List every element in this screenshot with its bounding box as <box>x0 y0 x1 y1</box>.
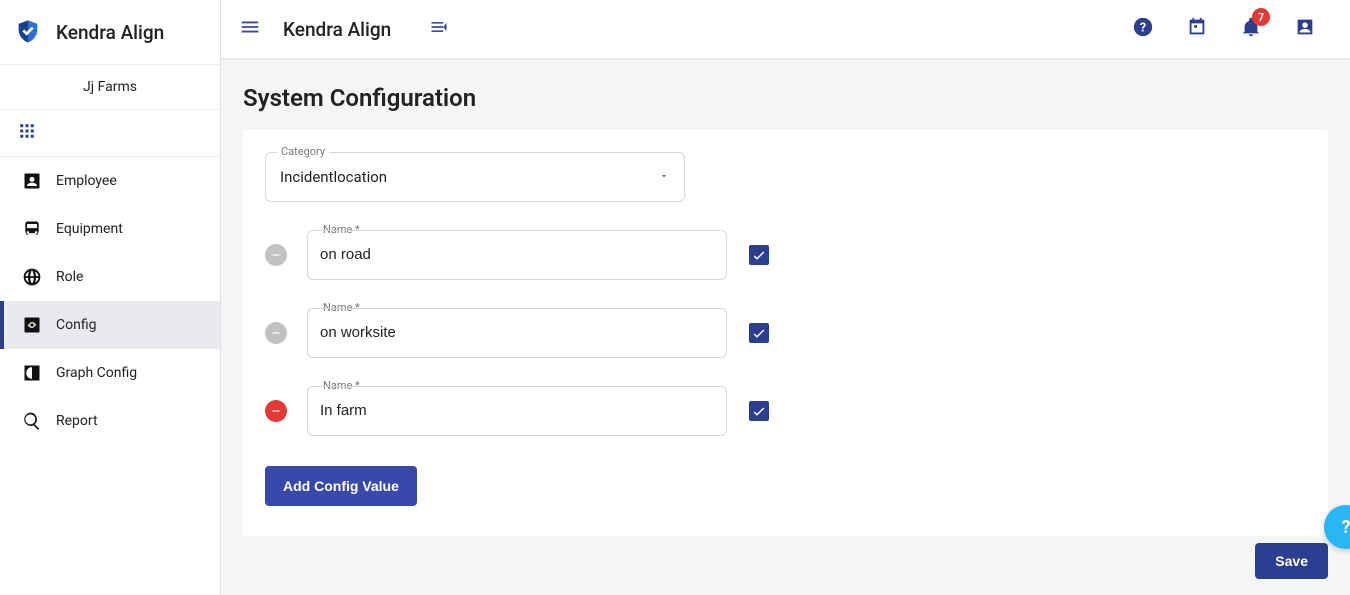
minus-icon <box>269 326 283 340</box>
sidebar-nav: Employee Equipment Role Config Graph Con… <box>0 157 220 445</box>
contrast-box-icon <box>22 363 42 383</box>
row-active-checkbox[interactable] <box>749 323 769 343</box>
config-row: Name * <box>265 386 1306 436</box>
account-icon <box>1294 16 1316 38</box>
check-icon <box>751 247 767 263</box>
topbar: Kendra Align ? 7 <box>221 0 1350 60</box>
header-title: Kendra Align <box>283 18 391 41</box>
svg-text:?: ? <box>1140 21 1146 36</box>
hamburger-icon <box>239 16 261 38</box>
brand-name: Kendra Align <box>56 21 164 44</box>
account-button[interactable] <box>1294 16 1316 42</box>
category-select[interactable]: Incidentlocation <box>265 152 685 202</box>
notifications-button[interactable]: 7 <box>1240 16 1262 42</box>
menu-toggle-button[interactable] <box>239 16 261 42</box>
sidebar-item-employee[interactable]: Employee <box>0 157 220 205</box>
gear-box-icon <box>22 315 42 335</box>
tenant-selector[interactable]: Jj Farms <box>0 65 220 110</box>
apps-grid-icon <box>18 122 36 140</box>
sidebar-item-label: Equipment <box>56 221 123 237</box>
globe-icon <box>22 267 42 287</box>
category-field: Category Incidentlocation <box>265 152 685 202</box>
category-value: Incidentlocation <box>280 168 387 186</box>
content: System Configuration Category Incidentlo… <box>221 60 1350 595</box>
bus-icon <box>22 219 42 239</box>
name-input[interactable] <box>320 246 714 263</box>
shield-logo-icon <box>14 18 42 46</box>
name-field-wrap: Name * <box>307 230 727 280</box>
sidebar-item-label: Employee <box>56 173 117 189</box>
sidebar-item-label: Report <box>56 413 98 429</box>
check-icon <box>751 325 767 341</box>
sidebar-collapse-button[interactable] <box>429 17 449 41</box>
sidebar: Kendra Align Jj Farms Employee Equipment… <box>0 0 221 595</box>
minus-icon <box>269 404 283 418</box>
search-icon <box>22 411 42 431</box>
config-card: Category Incidentlocation Name * <box>243 130 1328 536</box>
sidebar-item-label: Role <box>56 269 83 285</box>
name-field-wrap: Name * <box>307 386 727 436</box>
sidebar-item-label: Graph Config <box>56 365 137 381</box>
calendar-icon <box>1186 16 1208 38</box>
chevron-down-icon <box>658 168 670 186</box>
sidebar-item-equipment[interactable]: Equipment <box>0 205 220 253</box>
help-button[interactable]: ? <box>1132 16 1154 42</box>
sidebar-item-report[interactable]: Report <box>0 397 220 445</box>
sidebar-item-label: Config <box>56 317 96 333</box>
row-active-checkbox[interactable] <box>749 245 769 265</box>
minus-icon <box>269 248 283 262</box>
apps-grid-button[interactable] <box>0 110 220 157</box>
brand: Kendra Align <box>0 0 220 65</box>
check-icon <box>751 403 767 419</box>
collapse-icon <box>429 17 449 37</box>
config-row: Name * <box>265 308 1306 358</box>
sidebar-item-config[interactable]: Config <box>0 301 220 349</box>
save-button[interactable]: Save <box>1255 543 1328 579</box>
row-active-checkbox[interactable] <box>749 401 769 421</box>
notification-badge: 7 <box>1252 8 1270 26</box>
remove-row-button <box>265 244 287 266</box>
account-box-icon <box>22 171 42 191</box>
sidebar-item-graph-config[interactable]: Graph Config <box>0 349 220 397</box>
page-title: System Configuration <box>221 60 1350 130</box>
help-circle-icon: ? <box>1132 16 1154 38</box>
name-field-wrap: Name * <box>307 308 727 358</box>
main: Kendra Align ? 7 System Configuration <box>221 0 1350 595</box>
calendar-button[interactable] <box>1186 16 1208 42</box>
add-config-value-button[interactable]: Add Config Value <box>265 466 417 506</box>
remove-row-button[interactable] <box>265 400 287 422</box>
sidebar-item-role[interactable]: Role <box>0 253 220 301</box>
name-input[interactable] <box>320 402 714 419</box>
category-label: Category <box>277 145 329 158</box>
config-row: Name * <box>265 230 1306 280</box>
remove-row-button <box>265 322 287 344</box>
name-input[interactable] <box>320 324 714 341</box>
